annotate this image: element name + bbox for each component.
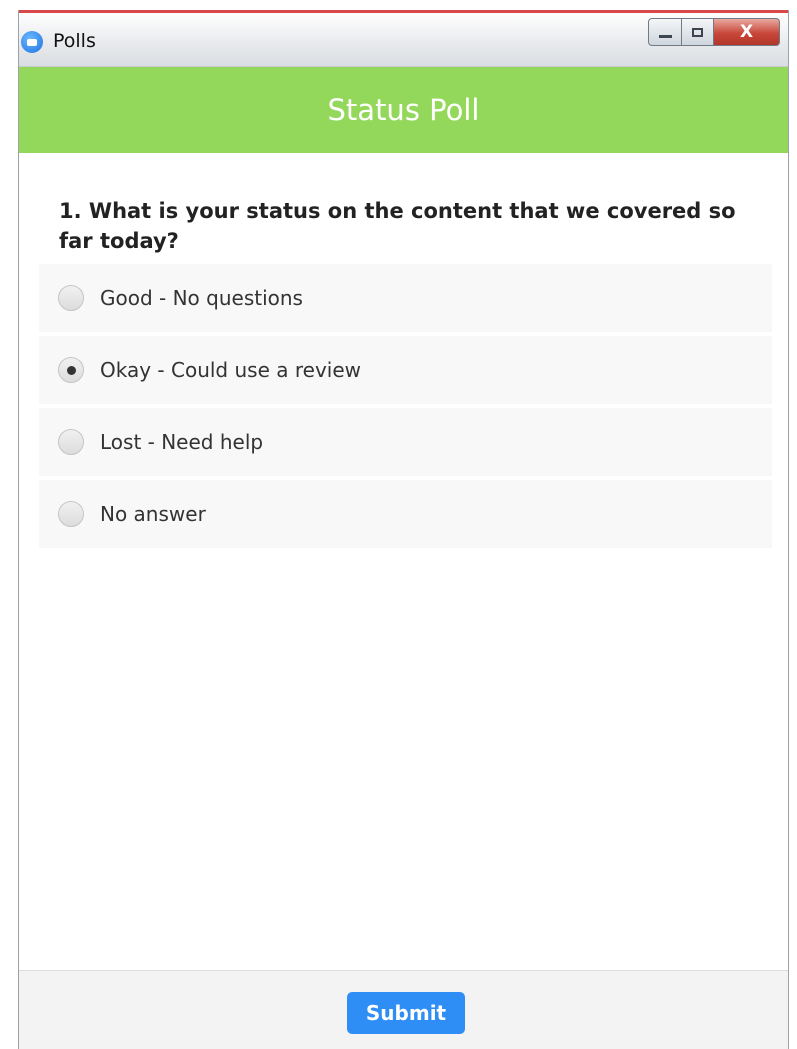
title-bar[interactable]: Polls X bbox=[19, 13, 788, 67]
maximize-button[interactable] bbox=[682, 18, 714, 46]
option-good[interactable]: Good - No questions bbox=[39, 264, 772, 332]
zoom-camera-icon bbox=[21, 31, 43, 53]
radio-button[interactable] bbox=[58, 285, 84, 311]
option-label: Lost - Need help bbox=[100, 430, 264, 454]
window-controls: X bbox=[648, 18, 780, 48]
answer-options: Good - No questions Okay - Could use a r… bbox=[39, 264, 772, 552]
radio-button[interactable] bbox=[58, 429, 84, 455]
option-label: Good - No questions bbox=[100, 286, 303, 310]
minimize-button[interactable] bbox=[648, 18, 682, 46]
window-title: Polls bbox=[53, 30, 96, 52]
submit-button[interactable]: Submit bbox=[347, 992, 465, 1034]
poll-header: Status Poll bbox=[19, 67, 788, 153]
option-label: No answer bbox=[100, 502, 206, 526]
radio-selected-dot bbox=[66, 365, 76, 375]
option-lost[interactable]: Lost - Need help bbox=[39, 408, 772, 476]
close-button[interactable]: X bbox=[714, 18, 780, 46]
question-text: 1. What is your status on the content th… bbox=[59, 199, 736, 253]
poll-title: Status Poll bbox=[327, 93, 480, 127]
option-label: Okay - Could use a review bbox=[100, 358, 361, 382]
poll-footer: Submit bbox=[19, 970, 788, 1049]
maximize-icon bbox=[692, 27, 703, 37]
close-icon: X bbox=[739, 22, 754, 42]
radio-button[interactable] bbox=[58, 501, 84, 527]
radio-button-selected[interactable] bbox=[58, 357, 84, 383]
minimize-icon bbox=[658, 34, 672, 38]
polls-window: Polls X Status Poll 1. What is your stat… bbox=[18, 10, 789, 1049]
option-no-answer[interactable]: No answer bbox=[39, 480, 772, 548]
option-okay[interactable]: Okay - Could use a review bbox=[39, 336, 772, 404]
